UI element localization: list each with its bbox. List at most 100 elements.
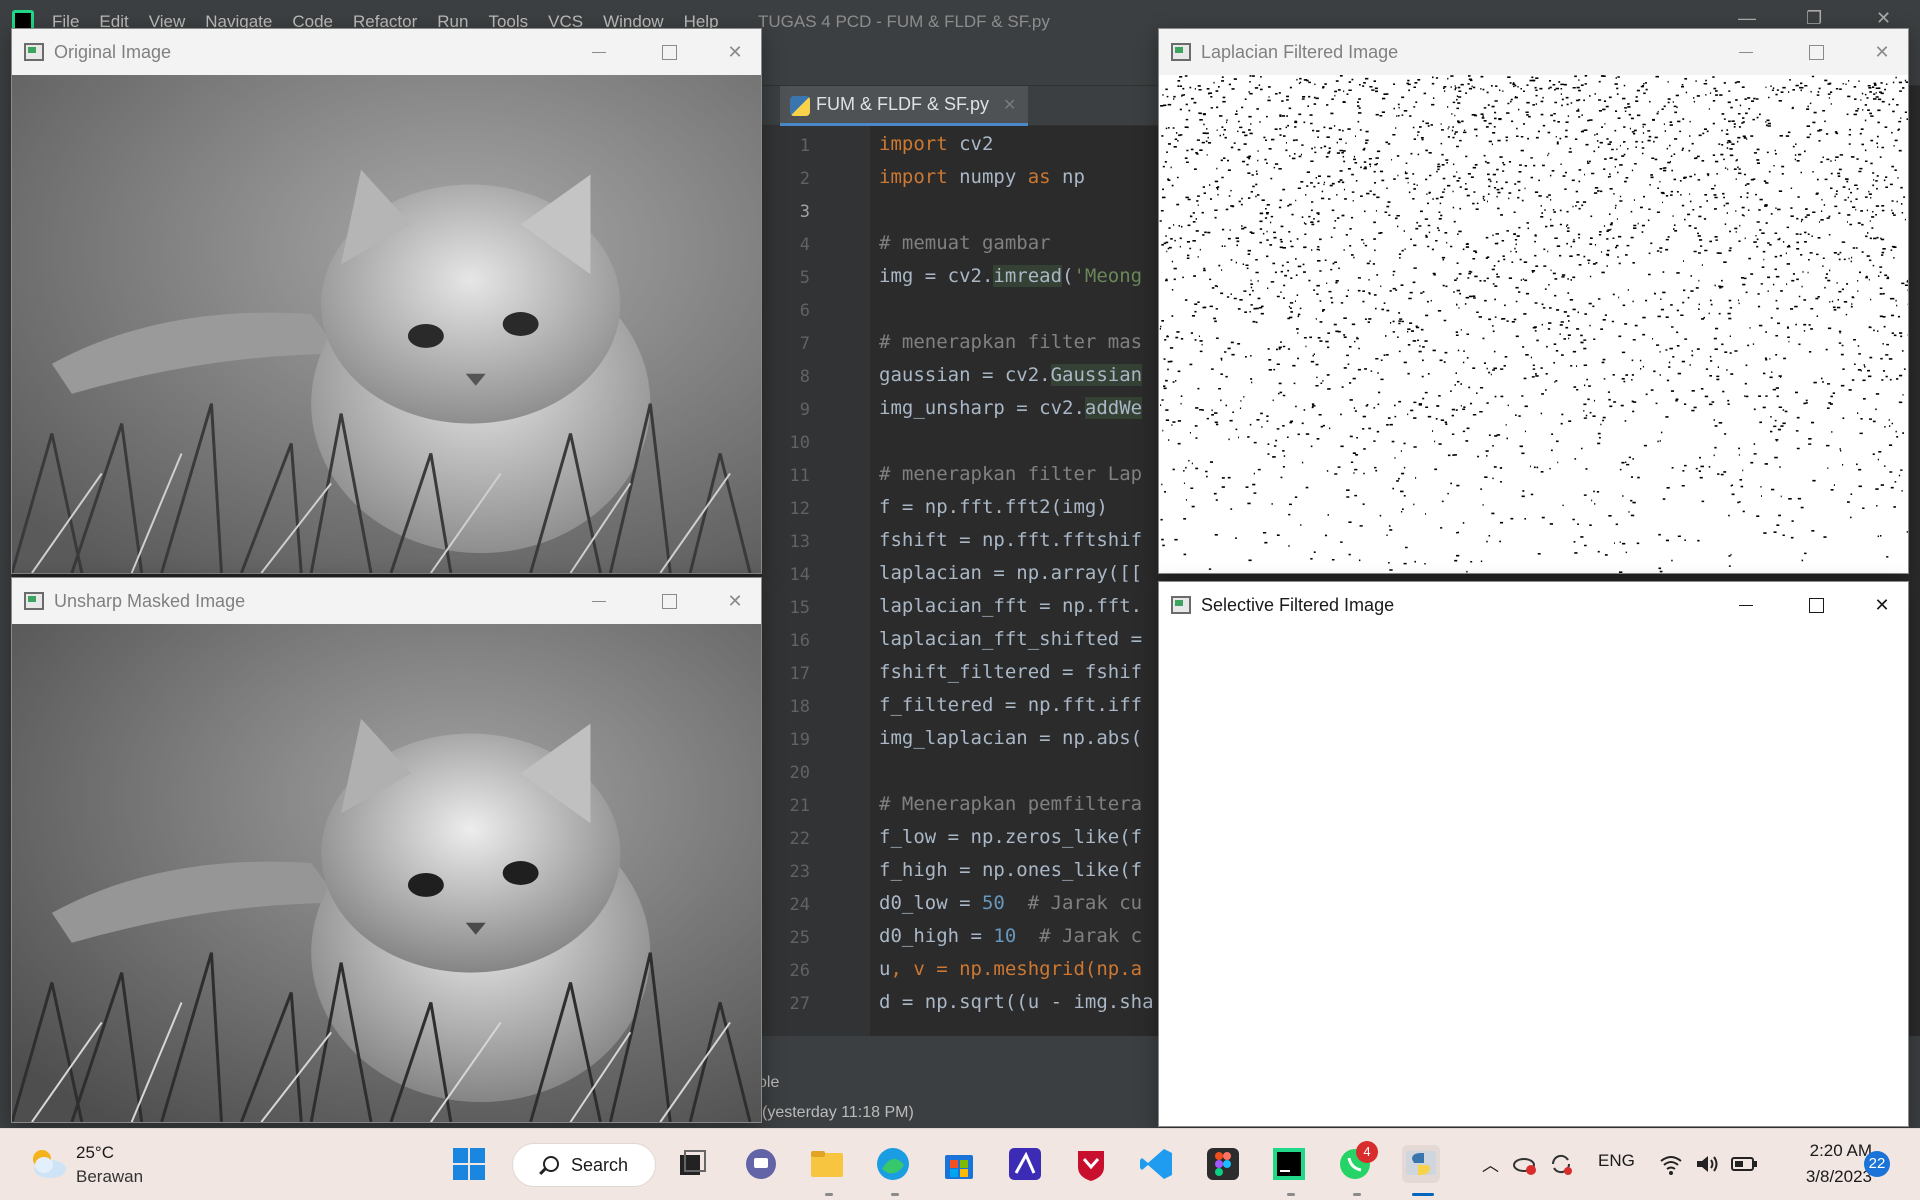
line-number: 1 <box>799 136 810 156</box>
maximize-button[interactable] <box>1796 37 1836 67</box>
code-line: f_filtered = np.fft.iff <box>879 694 1143 716</box>
line-number: 11 <box>789 466 810 486</box>
microsoft-store-icon[interactable] <box>940 1145 978 1183</box>
code-line: f = np.fft.fft2(img) <box>879 496 1108 518</box>
dev-app-icon[interactable] <box>1006 1145 1044 1183</box>
clock-time[interactable]: 2:20 AM <box>1788 1141 1872 1161</box>
line-number: 16 <box>789 631 810 651</box>
line-gutter: 1 2 3 4 5 6 7 8 9 10 11 12 13 14 15 16 1… <box>762 126 870 1036</box>
line-number: 4 <box>799 235 810 255</box>
editor-tab-label: FUM & FLDF & SF.py <box>816 94 990 114</box>
line-number: 6 <box>799 301 810 321</box>
show-hidden-icons-chevron-icon[interactable]: ︿ <box>1482 1151 1499 1176</box>
line-number: 21 <box>789 796 810 816</box>
code-line: img = cv2.imread('Meong <box>879 265 1143 287</box>
code-line: u, v = np.meshgrid(np.a <box>879 958 1143 980</box>
edge-browser-icon[interactable] <box>874 1145 912 1183</box>
maximize-button[interactable] <box>649 37 689 67</box>
minimize-button[interactable] <box>579 586 619 616</box>
code-line: # Menerapkan pemfiltera <box>879 793 1143 815</box>
editor-tab[interactable]: FUM & FLDF & SF.py ✕ <box>780 86 1029 126</box>
ide-close-icon[interactable]: ✕ <box>1876 8 1891 29</box>
close-button[interactable]: ✕ <box>715 37 755 67</box>
laplacian-noise-image <box>1159 75 1908 573</box>
original-image-window[interactable]: Original Image ✕ <box>11 28 762 574</box>
teams-chat-icon[interactable] <box>742 1145 780 1183</box>
line-number: 13 <box>789 532 810 552</box>
window-titlebar[interactable]: Unsharp Masked Image ✕ <box>12 578 761 624</box>
weather-temperature[interactable]: 25°C <box>76 1143 114 1163</box>
line-number: 18 <box>789 697 810 717</box>
onedrive-error-icon[interactable] <box>1512 1151 1538 1177</box>
image-canvas <box>12 75 761 573</box>
app-window-icon <box>1171 596 1191 614</box>
minimize-button[interactable] <box>1726 37 1766 67</box>
running-indicator-active <box>1412 1193 1434 1196</box>
running-indicator <box>891 1193 899 1196</box>
line-number: 12 <box>789 499 810 519</box>
maximize-button[interactable] <box>1796 590 1836 620</box>
image-canvas <box>12 624 761 1122</box>
line-number: 19 <box>789 730 810 750</box>
window-titlebar[interactable]: Laplacian Filtered Image ✕ <box>1159 29 1908 75</box>
task-view-icon[interactable] <box>674 1145 712 1183</box>
close-button[interactable]: ✕ <box>715 586 755 616</box>
language-indicator[interactable]: ENG <box>1598 1151 1635 1171</box>
sync-icon[interactable] <box>1548 1151 1574 1177</box>
line-number: 20 <box>789 763 810 783</box>
code-line: img_laplacian = np.abs( <box>879 727 1143 749</box>
mcafee-icon[interactable] <box>1072 1145 1110 1183</box>
line-number: 25 <box>789 928 810 948</box>
code-line: d = np.sqrt((u - img.sha <box>879 991 1154 1013</box>
close-button[interactable]: ✕ <box>1862 37 1902 67</box>
minimize-button[interactable] <box>1726 590 1766 620</box>
code-line: import numpy as np <box>879 166 1085 188</box>
app-window-icon <box>24 592 44 610</box>
taskbar-search[interactable]: Search <box>512 1143 656 1187</box>
code-line: laplacian_fft_shifted = <box>879 628 1143 650</box>
search-label: Search <box>571 1155 629 1175</box>
ide-restore-icon[interactable]: ❐ <box>1806 8 1822 29</box>
maximize-button[interactable] <box>649 586 689 616</box>
line-number: 9 <box>799 400 810 420</box>
minimize-button[interactable] <box>579 37 619 67</box>
volume-icon[interactable] <box>1694 1151 1720 1177</box>
line-number: 17 <box>789 664 810 684</box>
whatsapp-badge: 4 <box>1356 1141 1378 1163</box>
windows-start-icon[interactable] <box>450 1145 488 1183</box>
python-app-icon[interactable] <box>1402 1145 1440 1183</box>
battery-icon[interactable] <box>1730 1151 1758 1177</box>
code-line: d0_high = 10 # Jarak c <box>879 925 1143 947</box>
line-number: 2 <box>799 169 810 189</box>
search-icon <box>543 1156 559 1172</box>
code-line: d0_low = 50 # Jarak cu <box>879 892 1143 914</box>
clock-date[interactable]: 3/8/2023 <box>1774 1167 1872 1187</box>
weather-description[interactable]: Berawan <box>76 1167 143 1187</box>
code-line: fshift = np.fft.fftshif <box>879 529 1143 551</box>
app-window-icon <box>1171 43 1191 61</box>
wifi-icon[interactable] <box>1658 1151 1684 1177</box>
laplacian-image-window[interactable]: Laplacian Filtered Image ✕ <box>1158 28 1909 574</box>
vscode-icon[interactable] <box>1138 1145 1176 1183</box>
line-number: 8 <box>799 367 810 387</box>
kitten-photo <box>12 75 761 573</box>
running-indicator <box>1287 1193 1295 1196</box>
taskbar: 25°C Berawan Search 4 ︿ ENG 2:20 AM 3/8/… <box>0 1128 1920 1200</box>
unsharp-image-window[interactable]: Unsharp Masked Image ✕ <box>11 577 762 1123</box>
weather-cloudy-icon[interactable] <box>26 1145 68 1181</box>
notification-count-badge[interactable]: 22 <box>1864 1151 1890 1177</box>
pycharm-icon[interactable] <box>1270 1145 1308 1183</box>
line-number: 22 <box>789 829 810 849</box>
editor-tabbar: FUM & FLDF & SF.py ✕ <box>762 86 1162 126</box>
ide-minimize-icon[interactable]: — <box>1738 8 1756 29</box>
tab-close-icon[interactable]: ✕ <box>1003 95 1016 115</box>
code-line: gaussian = cv2.Gaussian <box>879 364 1143 386</box>
close-button[interactable]: ✕ <box>1862 590 1902 620</box>
window-titlebar[interactable]: Selective Filtered Image ✕ <box>1159 582 1908 628</box>
code-line: img_unsharp = cv2.addWe <box>879 397 1143 419</box>
ide-window-title: TUGAS 4 PCD - FUM & FLDF & SF.py <box>758 12 1050 31</box>
window-titlebar[interactable]: Original Image ✕ <box>12 29 761 75</box>
selective-image-window[interactable]: Selective Filtered Image ✕ <box>1158 581 1909 1127</box>
file-explorer-icon[interactable] <box>808 1145 846 1183</box>
figma-icon[interactable] <box>1204 1145 1242 1183</box>
